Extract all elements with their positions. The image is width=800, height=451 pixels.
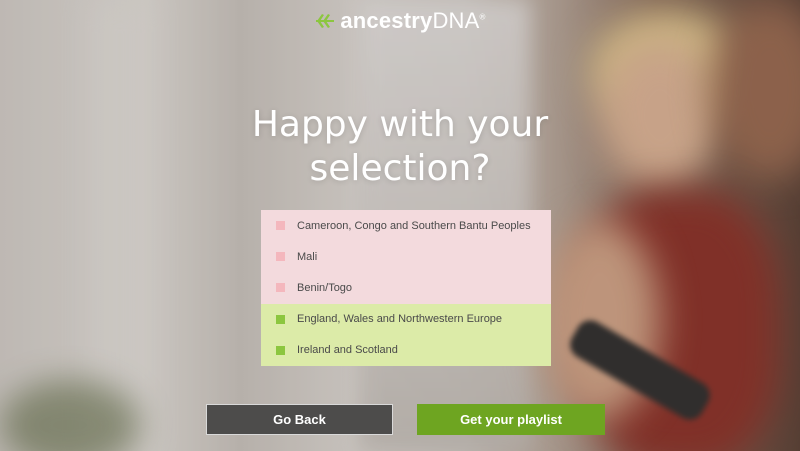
region-label: Mali: [297, 250, 318, 263]
region-label: Cameroon, Congo and Southern Bantu Peopl…: [297, 219, 531, 232]
go-back-button[interactable]: Go Back: [206, 404, 393, 435]
color-swatch: [276, 314, 285, 324]
logo-registered-mark: ®: [479, 12, 486, 22]
color-swatch: [276, 221, 285, 231]
color-swatch: [276, 252, 285, 262]
page-title: Happy with your selection?: [0, 103, 800, 191]
logo-product: DNA: [432, 8, 480, 33]
list-item: Mali: [261, 241, 551, 273]
list-item: Cameroon, Congo and Southern Bantu Peopl…: [261, 210, 551, 242]
list-item: Benin/Togo: [261, 272, 551, 304]
color-swatch: [276, 345, 285, 355]
region-label: England, Wales and Northwestern Europe: [297, 313, 503, 326]
get-playlist-button[interactable]: Get your playlist: [417, 404, 605, 435]
selection-list: Cameroon, Congo and Southern Bantu Peopl…: [261, 210, 551, 366]
list-item: England, Wales and Northwestern Europe: [261, 303, 551, 335]
region-label: Ireland and Scotland: [297, 344, 398, 357]
page-title-line-1: Happy with your: [251, 104, 549, 145]
color-swatch: [276, 283, 285, 293]
logo-brand: ancestry: [340, 8, 433, 33]
leaf-icon: [314, 10, 336, 32]
page-title-line-2: selection?: [309, 148, 491, 189]
list-item: Ireland and Scotland: [261, 334, 551, 366]
ancestry-dna-logo: ancestryDNA®: [0, 8, 800, 34]
region-label: Benin/Togo: [297, 281, 353, 294]
logo-wordmark: ancestryDNA®: [340, 8, 485, 34]
